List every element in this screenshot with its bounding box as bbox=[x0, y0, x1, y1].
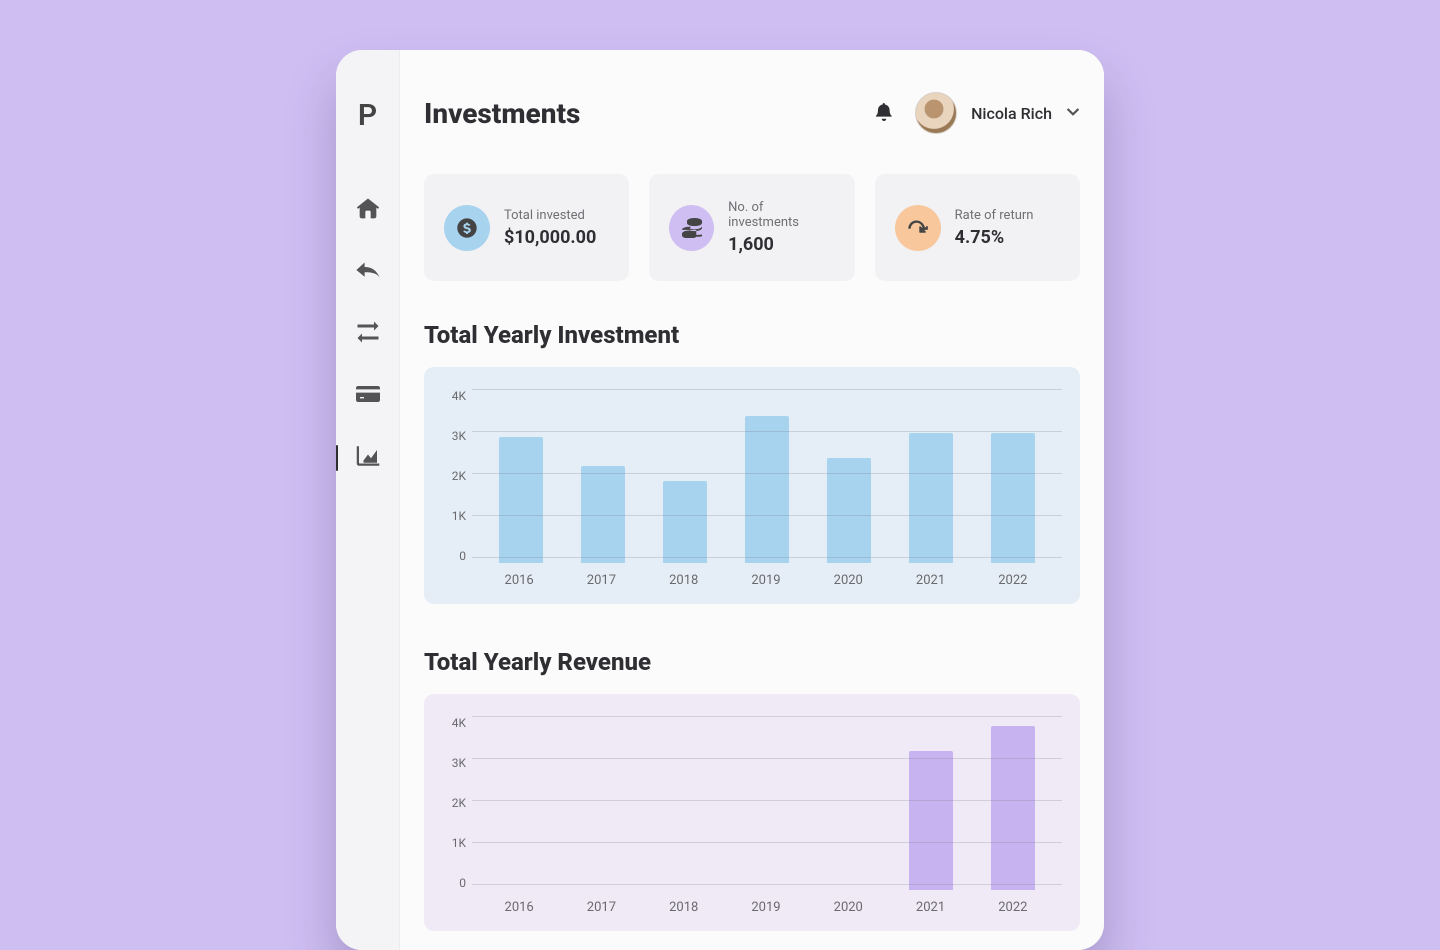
nav-home[interactable] bbox=[336, 179, 400, 241]
stat-card-invested: Total invested $10,000.00 bbox=[424, 174, 629, 281]
y-axis: 4K 3K 2K 1K 0 bbox=[442, 716, 472, 890]
stat-text: Rate of return 4.75% bbox=[955, 208, 1034, 248]
x-tick: 2018 bbox=[662, 573, 706, 588]
stats-row: Total invested $10,000.00 No. of investm… bbox=[424, 174, 1080, 281]
y-axis: 4K 3K 2K 1K 0 bbox=[442, 389, 472, 563]
bar bbox=[991, 433, 1035, 563]
plot bbox=[472, 389, 1062, 563]
chevron-down-icon bbox=[1066, 104, 1080, 123]
chart-yearly-revenue: 4K 3K 2K 1K 0 2016 2017 2018 2019 2020 2021 2022 bbox=[424, 694, 1080, 931]
y-tick: 3K bbox=[452, 756, 466, 770]
nav-back[interactable] bbox=[336, 241, 400, 303]
reply-icon bbox=[356, 258, 380, 286]
app-window: P Invest bbox=[336, 50, 1104, 950]
credit-card-icon bbox=[356, 382, 380, 410]
swap-icon bbox=[356, 320, 380, 348]
x-tick: 2019 bbox=[744, 900, 788, 915]
y-tick: 4K bbox=[452, 389, 466, 403]
app-logo: P bbox=[358, 98, 377, 133]
stat-text: No. of investments 1,600 bbox=[728, 200, 835, 255]
chart-yearly-investment: 4K 3K 2K 1K 0 2016 2017 2018 2019 2020 2021 2022 bbox=[424, 367, 1080, 604]
x-tick: 2022 bbox=[991, 900, 1035, 915]
y-tick: 2K bbox=[452, 796, 466, 810]
y-tick: 1K bbox=[452, 509, 466, 523]
y-tick: 0 bbox=[459, 876, 466, 890]
money-icon bbox=[444, 205, 490, 251]
sidebar: P bbox=[336, 50, 400, 950]
x-tick: 2017 bbox=[579, 573, 623, 588]
section-title-revenue: Total Yearly Revenue bbox=[424, 648, 1080, 676]
x-axis: 2016 2017 2018 2019 2020 2021 2022 bbox=[442, 890, 1062, 915]
bell-icon bbox=[875, 109, 893, 124]
main-content: Investments Nicola Rich bbox=[400, 50, 1104, 950]
y-tick: 2K bbox=[452, 469, 466, 483]
nav-transfers[interactable] bbox=[336, 303, 400, 365]
stat-value: $10,000.00 bbox=[504, 227, 596, 248]
bar bbox=[745, 416, 789, 563]
stat-label: Total invested bbox=[504, 208, 596, 223]
y-tick: 4K bbox=[452, 716, 466, 730]
x-tick: 2022 bbox=[991, 573, 1035, 588]
stat-value: 4.75% bbox=[955, 227, 1034, 248]
coins-icon bbox=[669, 205, 714, 251]
user-name: Nicola Rich bbox=[971, 104, 1052, 123]
stat-card-count: No. of investments 1,600 bbox=[649, 174, 854, 281]
stat-value: 1,600 bbox=[728, 234, 835, 255]
bar bbox=[663, 481, 707, 563]
x-tick: 2016 bbox=[497, 573, 541, 588]
section-title-investment: Total Yearly Investment bbox=[424, 321, 1080, 349]
x-tick: 2018 bbox=[662, 900, 706, 915]
chart-area: 4K 3K 2K 1K 0 bbox=[442, 389, 1062, 563]
x-tick: 2019 bbox=[744, 573, 788, 588]
stat-text: Total invested $10,000.00 bbox=[504, 208, 596, 248]
home-icon bbox=[356, 196, 380, 224]
chart-line-icon bbox=[356, 444, 380, 472]
user-menu[interactable]: Nicola Rich bbox=[915, 92, 1080, 134]
bar bbox=[909, 751, 953, 890]
header: Investments Nicola Rich bbox=[424, 92, 1080, 134]
notifications-button[interactable] bbox=[875, 103, 893, 124]
chart-area: 4K 3K 2K 1K 0 bbox=[442, 716, 1062, 890]
nav-cards[interactable] bbox=[336, 365, 400, 427]
x-tick: 2021 bbox=[909, 900, 953, 915]
nav-investments[interactable] bbox=[336, 427, 400, 489]
x-tick: 2021 bbox=[909, 573, 953, 588]
y-tick: 0 bbox=[459, 549, 466, 563]
x-tick: 2020 bbox=[826, 573, 870, 588]
x-tick: 2017 bbox=[579, 900, 623, 915]
stat-label: Rate of return bbox=[955, 208, 1034, 223]
plot bbox=[472, 716, 1062, 890]
y-tick: 1K bbox=[452, 836, 466, 850]
return-icon bbox=[895, 205, 941, 251]
bar bbox=[991, 726, 1035, 890]
header-right: Nicola Rich bbox=[875, 92, 1080, 134]
x-axis: 2016 2017 2018 2019 2020 2021 2022 bbox=[442, 563, 1062, 588]
x-tick: 2020 bbox=[826, 900, 870, 915]
stat-label: No. of investments bbox=[728, 200, 835, 230]
avatar bbox=[915, 92, 957, 134]
bar bbox=[499, 437, 543, 563]
x-tick: 2016 bbox=[497, 900, 541, 915]
stat-card-rate: Rate of return 4.75% bbox=[875, 174, 1080, 281]
y-tick: 3K bbox=[452, 429, 466, 443]
page-title: Investments bbox=[424, 97, 580, 130]
bar bbox=[909, 433, 953, 563]
